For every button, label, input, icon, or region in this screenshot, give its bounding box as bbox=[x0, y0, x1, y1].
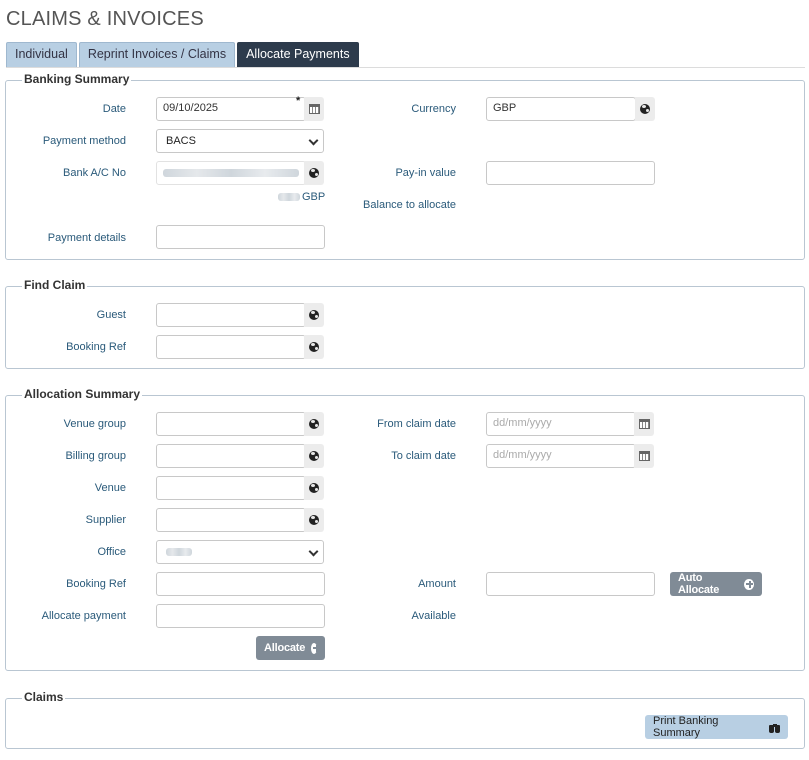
globe-icon bbox=[640, 104, 650, 114]
billing-group-label: Billing group bbox=[65, 450, 126, 462]
pay-in-value-label: Pay-in value bbox=[395, 167, 456, 179]
balance-currency: GBP bbox=[302, 191, 326, 203]
guest-input[interactable] bbox=[156, 303, 306, 327]
bank-ac-input[interactable] bbox=[156, 161, 306, 185]
supplier-input[interactable] bbox=[156, 508, 306, 532]
globe-icon bbox=[309, 451, 319, 461]
globe-icon bbox=[309, 419, 319, 429]
plus-circle-icon bbox=[311, 642, 320, 654]
payment-method-label: Payment method bbox=[42, 135, 126, 147]
globe-icon bbox=[309, 310, 319, 320]
from-date-calendar-button[interactable] bbox=[634, 412, 654, 436]
globe-icon bbox=[309, 515, 319, 525]
billing-group-input[interactable] bbox=[156, 444, 306, 468]
page-title: CLAIMS & INVOICES bbox=[6, 8, 204, 30]
from-claim-date-input[interactable]: dd/mm/yyyy bbox=[486, 412, 636, 436]
available-label: Available bbox=[411, 610, 456, 622]
redacted-account-number bbox=[163, 169, 299, 177]
allocate-payment-input[interactable] bbox=[156, 604, 325, 628]
find-claim-legend: Find Claim bbox=[22, 278, 88, 292]
find-booking-ref-label: Booking Ref bbox=[66, 341, 126, 353]
venue-group-label: Venue group bbox=[63, 418, 126, 430]
amount-label: Amount bbox=[418, 578, 456, 590]
calendar-icon bbox=[308, 104, 320, 114]
binoculars-icon bbox=[768, 722, 780, 733]
alloc-booking-ref-label: Booking Ref bbox=[66, 578, 126, 590]
supplier-lookup-button[interactable] bbox=[304, 508, 324, 532]
banking-summary-panel: Banking Summary Date 09/10/2025 * Curren… bbox=[5, 72, 805, 260]
guest-label: Guest bbox=[96, 309, 126, 321]
auto-allocate-button[interactable]: Auto Allocate bbox=[670, 572, 762, 596]
date-input[interactable]: 09/10/2025 bbox=[156, 97, 306, 121]
tab-bar: Individual Reprint Invoices / Claims All… bbox=[6, 42, 359, 68]
chevron-down-icon bbox=[308, 135, 319, 146]
alloc-booking-ref-input[interactable] bbox=[156, 572, 325, 596]
claims-panel: Claims Print Banking Summary bbox=[5, 690, 805, 749]
venue-group-lookup-button[interactable] bbox=[304, 412, 324, 436]
bank-ac-lookup-button[interactable] bbox=[304, 161, 324, 185]
guest-lookup-button[interactable] bbox=[304, 303, 324, 327]
required-marker: * bbox=[296, 95, 301, 107]
banking-summary-legend: Banking Summary bbox=[22, 72, 132, 86]
office-select[interactable] bbox=[156, 540, 324, 564]
currency-lookup-button[interactable] bbox=[635, 97, 655, 121]
redacted-office-value bbox=[166, 548, 192, 556]
auto-allocate-label: Auto Allocate bbox=[678, 572, 720, 596]
allocate-label: Allocate bbox=[264, 642, 306, 654]
amount-input[interactable] bbox=[486, 572, 655, 596]
allocation-summary-legend: Allocation Summary bbox=[22, 387, 143, 401]
allocation-summary-panel: Allocation Summary Venue group From clai… bbox=[5, 387, 805, 671]
date-calendar-button[interactable] bbox=[304, 97, 324, 121]
calendar-icon bbox=[638, 451, 650, 461]
print-banking-summary-label: Print Banking Summary bbox=[653, 715, 719, 739]
supplier-label: Supplier bbox=[85, 514, 126, 526]
to-claim-date-input[interactable]: dd/mm/yyyy bbox=[486, 444, 636, 468]
to-claim-date-label: To claim date bbox=[391, 450, 456, 462]
office-label: Office bbox=[97, 546, 126, 558]
globe-icon bbox=[309, 342, 319, 352]
from-claim-date-label: From claim date bbox=[377, 418, 456, 430]
tab-reprint-invoices-claims[interactable]: Reprint Invoices / Claims bbox=[78, 42, 236, 67]
balance-to-allocate-label: Balance to allocate bbox=[363, 199, 456, 211]
date-label: Date bbox=[102, 103, 126, 115]
billing-group-lookup-button[interactable] bbox=[304, 444, 324, 468]
currency-label: Currency bbox=[411, 103, 456, 115]
payment-method-select[interactable]: BACS bbox=[156, 129, 324, 153]
print-banking-summary-button[interactable]: Print Banking Summary bbox=[645, 715, 788, 739]
venue-input[interactable] bbox=[156, 476, 306, 500]
find-claim-panel: Find Claim Guest Booking Ref bbox=[5, 278, 805, 369]
globe-icon bbox=[309, 483, 319, 493]
payment-details-label: Payment details bbox=[47, 232, 126, 244]
payment-details-input[interactable] bbox=[156, 225, 325, 249]
booking-ref-lookup-button[interactable] bbox=[304, 335, 324, 359]
tab-individual[interactable]: Individual bbox=[6, 42, 77, 67]
venue-lookup-button[interactable] bbox=[304, 476, 324, 500]
claims-legend: Claims bbox=[22, 690, 66, 704]
pay-in-value-input[interactable] bbox=[486, 161, 655, 185]
venue-group-input[interactable] bbox=[156, 412, 306, 436]
venue-label: Venue bbox=[94, 482, 126, 494]
to-date-calendar-button[interactable] bbox=[634, 444, 654, 468]
payment-method-value: BACS bbox=[166, 135, 196, 147]
plus-circle-icon bbox=[744, 578, 754, 590]
chevron-down-icon bbox=[308, 546, 319, 557]
allocate-button[interactable]: Allocate bbox=[256, 636, 325, 660]
currency-input[interactable]: GBP bbox=[486, 97, 636, 121]
bank-ac-label: Bank A/C No bbox=[63, 167, 126, 179]
calendar-icon bbox=[638, 419, 650, 429]
allocate-payment-label: Allocate payment bbox=[41, 610, 126, 622]
tab-divider bbox=[6, 67, 805, 68]
redacted-balance-amount bbox=[278, 193, 300, 201]
find-booking-ref-input[interactable] bbox=[156, 335, 306, 359]
tab-allocate-payments[interactable]: Allocate Payments bbox=[237, 42, 359, 67]
globe-icon bbox=[309, 168, 319, 178]
